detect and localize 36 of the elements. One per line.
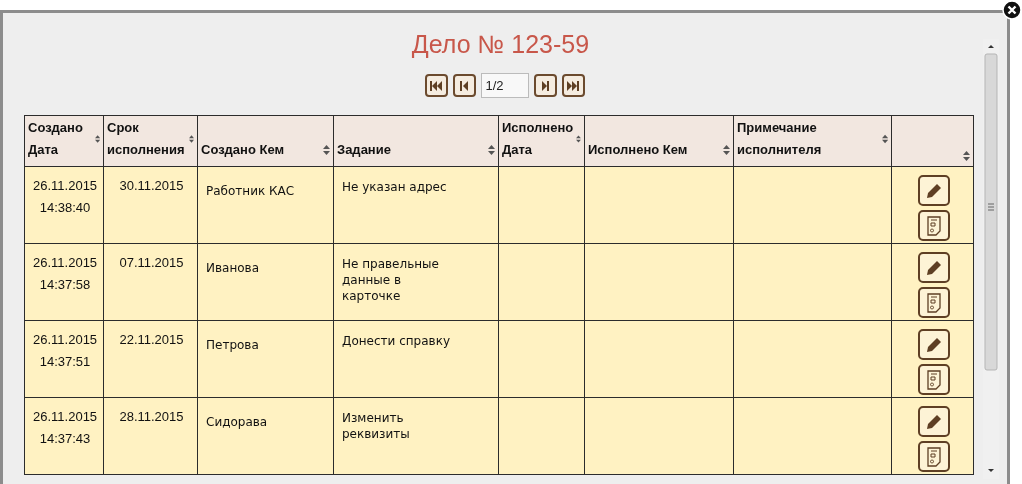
deadline-date: 22.11.2015	[118, 331, 185, 349]
created-time: 14:38:40	[38, 199, 92, 217]
deadline-date: 30.11.2015	[118, 177, 185, 195]
created-time: 14:37:58	[38, 276, 92, 294]
created-time: 14:37:51	[38, 353, 92, 371]
author-name: Петрова	[206, 337, 260, 353]
created-time: 14:37:43	[38, 430, 92, 448]
column-header[interactable]: Исполнено Кем	[584, 115, 734, 167]
column-header[interactable]: Создано Дата	[24, 115, 104, 167]
column-header[interactable]: Исполнено Дата	[498, 115, 585, 167]
task-text: Изменить реквизиты	[342, 410, 411, 442]
page-field[interactable]: 1/2	[480, 73, 529, 98]
column-title: Создано Дата	[28, 119, 84, 159]
created-date: 26.11.2015	[33, 331, 97, 349]
task-text: Не правельные данные в карточке	[342, 256, 440, 304]
column-header[interactable]: Создано Кем	[197, 115, 334, 167]
column-title: Примечание исполнителя	[737, 119, 823, 159]
task-text: Донести справку	[342, 333, 451, 349]
author-name: Работник КАС	[206, 183, 296, 199]
column-title: Задание	[337, 141, 391, 159]
column-title: Исполнено Дата	[502, 119, 575, 159]
created-date: 26.11.2015	[33, 254, 97, 272]
column-title: Срок исполнения	[107, 119, 186, 159]
column-header[interactable]: Срок исполнения	[103, 115, 198, 167]
task-text: Не указан адрес	[342, 179, 448, 195]
column-title: Создано Кем	[201, 141, 285, 159]
column-header[interactable]: Примечание исполнителя	[733, 115, 892, 167]
deadline-date: 28.11.2015	[118, 408, 185, 426]
deadline-date: 07.11.2015	[118, 254, 185, 272]
column-header[interactable]: Задание	[333, 115, 499, 167]
author-name: Иванова	[206, 260, 260, 276]
created-date: 26.11.2015	[33, 408, 97, 426]
column-title: Исполнено Кем	[588, 141, 688, 159]
author-name: Сидорава	[206, 414, 269, 430]
dialog-title: Дело № 123-59	[411, 30, 590, 59]
created-date: 26.11.2015	[33, 177, 97, 195]
